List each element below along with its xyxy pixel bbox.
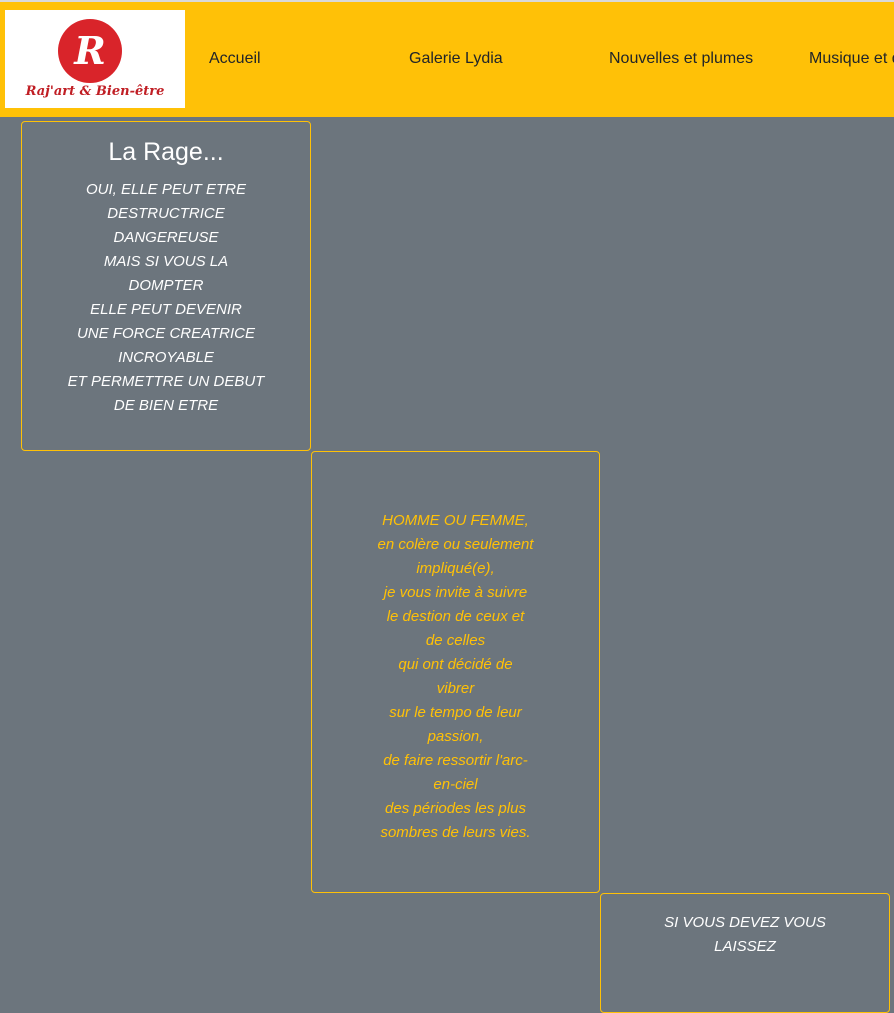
nav-item-nouvelles-et-plumes[interactable]: Nouvelles et plumes	[609, 50, 753, 68]
logo-letter: R	[74, 28, 106, 73]
text-line: DESTRUCTRICE	[107, 205, 225, 222]
text-line: des périodes les plus	[385, 800, 526, 817]
text-line: qui ont décidé de	[398, 656, 513, 673]
text-line: DE BIEN ETRE	[113, 397, 219, 414]
logo-badge: R	[58, 19, 122, 83]
text-line: ET PERMETTRE UN DEBUT	[67, 373, 265, 390]
logo-wordmark: Raj'art & Bien-être	[25, 84, 165, 99]
text-line: HOMME OU FEMME,	[382, 512, 529, 529]
site-logo[interactable]: R Raj'art & Bien-être	[5, 10, 185, 108]
card-title: La Rage...	[108, 138, 224, 166]
nav-item-galerie-lydia[interactable]: Galerie Lydia	[409, 50, 503, 68]
text-line: INCROYABLE	[118, 349, 214, 366]
site-header: R Raj'art & Bien-être Accueil Galerie Ly…	[0, 2, 894, 117]
card-homme-ou-femme: HOMME OU FEMME, en colère ou seulement i…	[311, 451, 600, 893]
text-line: vibrer	[436, 680, 475, 697]
text-line: de celles	[425, 632, 486, 649]
text-line: en-ciel	[433, 776, 478, 793]
text-line: SI VOUS DEVEZ VOUS	[664, 914, 826, 931]
text-line: impliqué(e),	[416, 560, 495, 577]
text-line: DANGEREUSE	[113, 229, 219, 246]
text-line: UNE FORCE CREATRICE	[76, 325, 256, 342]
text-line: MAIS SI VOUS LA	[103, 253, 229, 270]
text-line: OUI, ELLE PEUT ETRE	[85, 181, 247, 198]
nav-item-accueil[interactable]: Accueil	[209, 50, 261, 68]
text-line: ELLE PEUT DEVENIR	[90, 301, 242, 318]
card-text: HOMME OU FEMME, en colère ou seulement i…	[312, 509, 599, 845]
text-line: LAISSEZ	[714, 938, 776, 955]
card-si-vous-devez: SI VOUS DEVEZ VOUS LAISSEZ	[600, 893, 890, 1013]
text-line: DOMPTER	[128, 277, 204, 294]
text-line: en colère ou seulement	[377, 536, 534, 553]
text-line: le destion de ceux et	[386, 608, 525, 625]
text-line: passion,	[427, 728, 484, 745]
text-line: sombres de leurs vies.	[380, 824, 531, 841]
nav-item-musique-et-danse[interactable]: Musique et danse	[809, 50, 894, 68]
card-text: OUI, ELLE PEUT ETRE DESTRUCTRICE DANGERE…	[22, 178, 310, 418]
card-la-rage: La Rage... OUI, ELLE PEUT ETRE DESTRUCTR…	[21, 121, 311, 451]
text-line: sur le tempo de leur	[389, 704, 522, 721]
text-line: de faire ressortir l'arc-	[383, 752, 528, 769]
text-line: je vous invite à suivre	[383, 584, 528, 601]
